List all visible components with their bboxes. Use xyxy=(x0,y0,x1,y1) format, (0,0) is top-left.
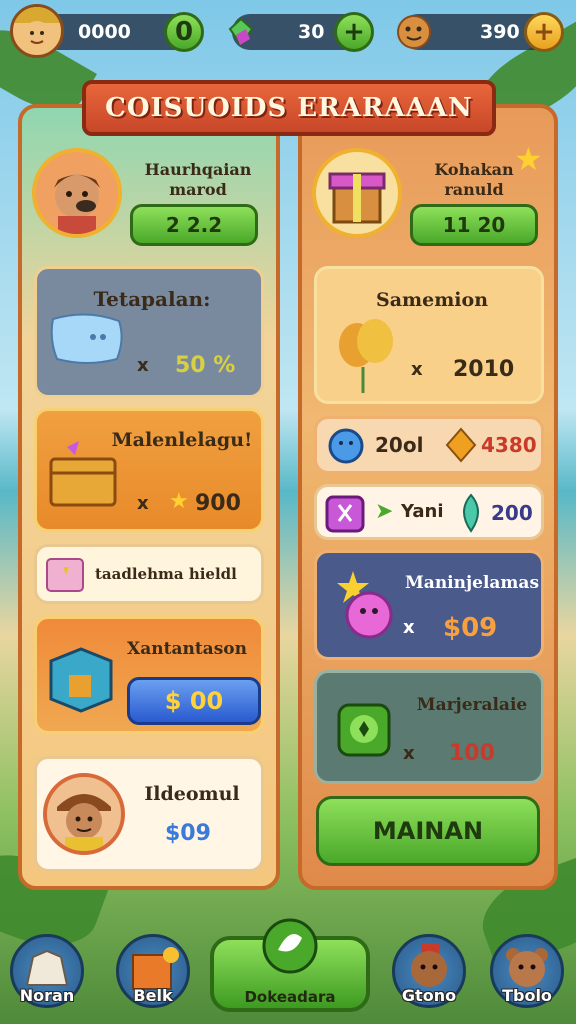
shop-title-banner: COISUOIDS ERARAAAN xyxy=(82,80,496,136)
gems-add-label: + xyxy=(343,17,365,47)
character-portrait xyxy=(43,773,125,855)
nav-label-tbolo: Tbolo xyxy=(502,986,552,1005)
offer-card-title: Marjeralaie xyxy=(416,695,528,715)
player-avatar[interactable] xyxy=(10,4,64,58)
left-header-value-button[interactable]: 2 2.2 xyxy=(130,204,258,246)
green-gadget-icon xyxy=(337,703,391,757)
offer-row-qty: 200 xyxy=(491,501,533,525)
offer-card-price: $09 xyxy=(443,613,498,643)
offer-card-qty: 100 xyxy=(449,741,495,766)
offer-card-title: Ildeomul xyxy=(144,783,240,805)
coins-value: 0000 xyxy=(78,21,131,43)
treasure-chest-icon xyxy=(49,441,117,507)
crate-price-button[interactable]: $ 00 xyxy=(127,677,261,725)
offer-card-pillow[interactable]: Tetapalan: x 50 % xyxy=(34,266,264,398)
gems-value: 30 xyxy=(298,21,325,43)
offer-card-title: Tetapalan: xyxy=(93,287,211,311)
offer-row-qty-a: 20ol xyxy=(375,433,424,457)
offer-card-title: taadlehma hieldl xyxy=(95,565,237,583)
offer-card-price: $09 xyxy=(165,821,211,846)
gems-add-button[interactable]: + xyxy=(334,12,374,52)
star-icon: ★ xyxy=(169,489,189,514)
main-action-button[interactable]: MAINAN xyxy=(316,796,540,866)
offer-row-items[interactable]: ➤ Yani 200 xyxy=(314,484,544,540)
gift-portrait[interactable] xyxy=(312,148,402,238)
offer-card-title: Xantantason xyxy=(127,639,247,659)
resource-bar: 0000 0 30 + 390 + xyxy=(0,0,576,62)
right-header-label-2: ranuld xyxy=(444,180,504,199)
coins-add-button[interactable]: 0 xyxy=(164,12,204,52)
character-portrait[interactable] xyxy=(32,148,122,238)
left-header-label-2: marod xyxy=(169,180,227,199)
offer-card-chest[interactable]: Malenlelagu! x ★ 900 xyxy=(34,408,264,532)
crate-price: $ 00 xyxy=(164,687,224,715)
offer-card-title: Maninjelamas xyxy=(404,573,540,593)
green-arrow-icon: ➤ xyxy=(375,499,394,524)
nav-item-center[interactable]: Dokeadara xyxy=(210,918,370,1012)
character-face-icon xyxy=(57,794,111,851)
offer-card-qty: 2010 xyxy=(453,357,515,382)
right-header-label-1: Kohakan xyxy=(434,160,514,179)
orange-gem-icon xyxy=(445,427,477,463)
cookies-add-label: + xyxy=(533,17,555,47)
coins-add-label: 0 xyxy=(174,17,194,47)
nav-label-gtono: Gtono xyxy=(401,986,457,1005)
offer-card-creature[interactable]: Maninjelamas x $09 xyxy=(314,550,544,660)
nav-label-center: Dokeadara xyxy=(244,988,336,1006)
multiplier-x: x xyxy=(403,617,415,638)
offer-card-qty: 50 % xyxy=(175,353,236,378)
character-face-icon xyxy=(54,174,100,234)
offer-card-qty: 900 xyxy=(195,491,241,516)
coins-counter: 0000 0 xyxy=(40,12,204,52)
cookies-counter: 390 + xyxy=(397,12,564,52)
crate-item-icon xyxy=(49,647,113,713)
banner-title: COISUOIDS ERARAAAN xyxy=(105,93,473,123)
offer-card-character[interactable]: Ildeomul $09 xyxy=(34,756,264,872)
gem-icon xyxy=(228,17,254,47)
right-header-value: 11 20 xyxy=(442,213,506,237)
offer-card-crate[interactable]: Xantantason $ 00 xyxy=(34,616,264,734)
offer-row-gems[interactable]: 20ol 4380 xyxy=(314,416,544,474)
cookies-value: 390 xyxy=(480,21,520,43)
gift-box-icon xyxy=(46,558,84,592)
blue-gear-icon xyxy=(328,428,364,464)
right-header-value-button[interactable]: 11 20 xyxy=(410,204,538,246)
offer-row-label: Yani xyxy=(401,501,444,522)
multiplier-x: x xyxy=(403,743,415,764)
left-header-value: 2 2.2 xyxy=(165,213,223,237)
leaf-badge-icon xyxy=(262,918,318,974)
multiplier-x: x xyxy=(137,355,149,376)
left-header-label-1: Haurhqaian xyxy=(144,160,252,179)
nav-label-noran: Noran xyxy=(19,986,75,1005)
main-action-label: MAINAN xyxy=(372,817,484,845)
pink-creature-icon xyxy=(337,571,393,639)
cookie-icon xyxy=(397,15,431,49)
balloon-item-icon xyxy=(339,319,393,393)
gift-box-icon xyxy=(328,172,386,224)
gems-counter: 30 + xyxy=(228,12,374,52)
multiplier-x: x xyxy=(411,359,423,380)
offer-card-box[interactable]: taadlehma hieldl xyxy=(34,544,264,604)
teal-gem-icon xyxy=(463,493,479,533)
multiplier-x: x xyxy=(137,493,149,514)
offer-card-gadget[interactable]: Marjeralaie x 100 xyxy=(314,670,544,784)
offer-card-title: Samemion xyxy=(375,289,489,311)
nav-label-belk: Belk xyxy=(133,986,173,1005)
offer-card-balloons[interactable]: Samemion x 2010 xyxy=(314,266,544,404)
cookies-add-button[interactable]: + xyxy=(524,12,564,52)
offer-row-qty-b: 4380 xyxy=(481,433,537,457)
pillow-item-icon xyxy=(50,313,123,364)
player-face-icon xyxy=(13,7,61,49)
purple-box-icon xyxy=(325,495,365,533)
